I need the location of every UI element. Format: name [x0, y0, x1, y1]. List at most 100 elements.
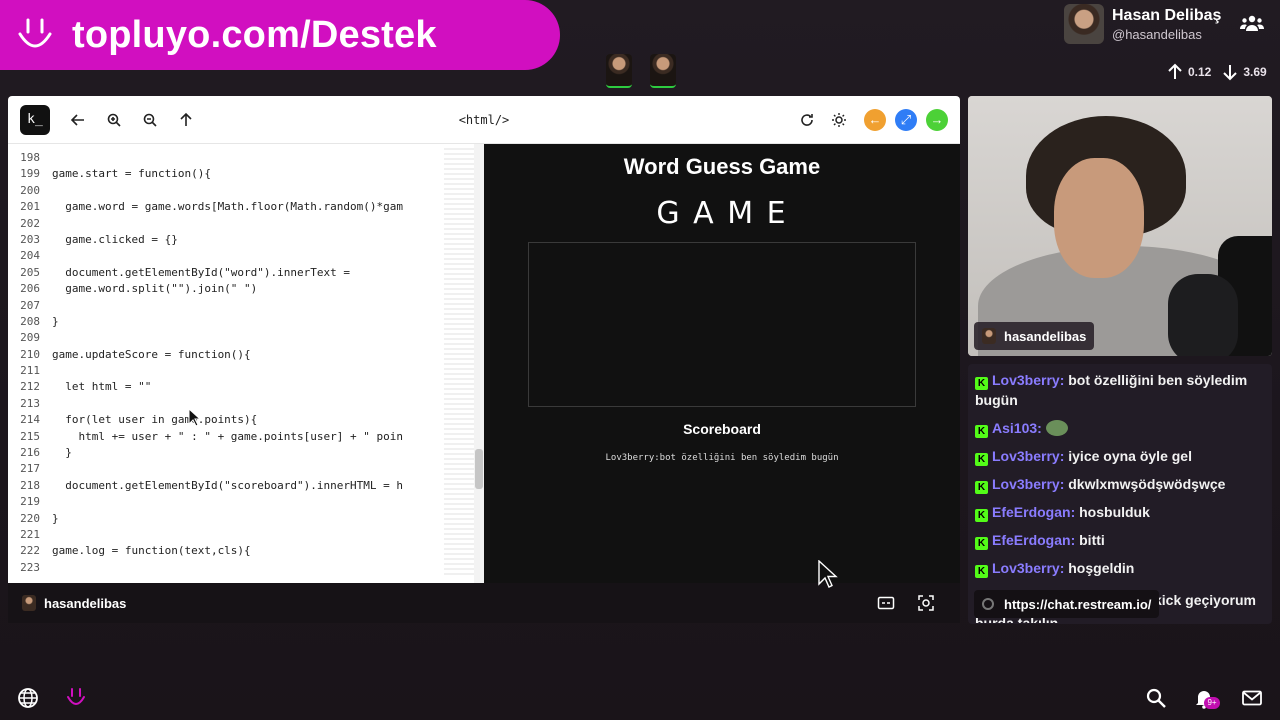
code-text: game.clicked = {}	[52, 232, 178, 246]
code-line[interactable]: 209	[8, 330, 403, 346]
line-number: 215	[20, 429, 40, 443]
code-line[interactable]: 217	[8, 461, 403, 477]
chat-message-text: bitti	[1075, 532, 1105, 548]
code-line[interactable]: 218 document.getElementById("scoreboard"…	[8, 478, 403, 494]
scrollbar[interactable]	[474, 144, 484, 583]
code-line[interactable]: 214 for(let user in game.points){	[8, 412, 403, 428]
code-line[interactable]: 220}	[8, 511, 403, 527]
code-text: game.word.split("").join(" ")	[52, 282, 258, 296]
code-line[interactable]: 212 let html = ""	[8, 379, 403, 395]
chat-panel: K Lov3berry: bot özelliğini ben söyledim …	[968, 364, 1272, 624]
left-arrow-icon[interactable]: ←	[864, 108, 886, 131]
code-line[interactable]: 201 game.word = game.words[Math.floor(Ma…	[8, 199, 403, 215]
code-text: game.start = function(){	[52, 167, 211, 181]
viewer-avatar[interactable]	[606, 54, 632, 88]
avatar	[22, 595, 36, 611]
refresh-icon[interactable]	[791, 105, 823, 135]
profile[interactable]: Hasan Delibaş @hasandelibas	[1064, 4, 1221, 44]
code-line[interactable]: 200	[8, 183, 403, 199]
screenshot-icon[interactable]	[906, 591, 946, 615]
line-number: 217	[20, 462, 40, 476]
chat-message-text: hosbulduk	[1075, 504, 1150, 520]
line-number: 222	[20, 544, 40, 558]
code-text: let html = ""	[52, 380, 152, 394]
chat-message: K Asi103:	[975, 418, 1265, 438]
code-line[interactable]: 222 game.log = function(text,cls){	[8, 543, 403, 559]
chat-username[interactable]: Lov3berry:	[992, 560, 1064, 576]
chat-username[interactable]: Lov3berry:	[992, 372, 1064, 388]
chat-username[interactable]: EfeErdogan:	[992, 504, 1075, 520]
line-number: 208	[20, 314, 40, 328]
zoom-out-icon[interactable]	[132, 105, 168, 135]
zoom-in-icon[interactable]	[96, 105, 132, 135]
code-line[interactable]: 202	[8, 216, 403, 232]
code-line[interactable]: 221	[8, 527, 403, 543]
code-line[interactable]: 215 html += user + " : " + game.points[u…	[8, 429, 403, 445]
notification-badge: 9+	[1204, 697, 1220, 709]
arrow-up-icon[interactable]	[168, 105, 204, 135]
app-logo[interactable]: k_	[20, 104, 50, 135]
download-value: 3.69	[1243, 65, 1267, 79]
minimap[interactable]	[444, 148, 474, 578]
line-number: 201	[20, 200, 40, 214]
code-line[interactable]: 203 game.clicked = {}	[8, 232, 403, 248]
code-text: document.getElementById("scoreboard").in…	[52, 478, 403, 492]
code-line[interactable]: 204	[8, 248, 403, 264]
code-line[interactable]: 208}	[8, 314, 403, 330]
chat-username[interactable]: Lov3berry:	[992, 476, 1064, 492]
code-text: document.getElementById("word").innerTex…	[52, 265, 351, 279]
caption-icon[interactable]	[866, 591, 906, 615]
code-line[interactable]: 207	[8, 298, 403, 314]
mail-icon[interactable]	[1238, 684, 1266, 712]
chat-username[interactable]: EfeErdogan:	[992, 532, 1075, 548]
viewer-avatar[interactable]	[650, 54, 676, 88]
code-line[interactable]: 216 }	[8, 445, 403, 461]
profile-handle: @hasandelibas	[1112, 26, 1202, 42]
code-line[interactable]: 198	[8, 150, 403, 166]
chat-message: K EfeErdogan: hosbulduk	[975, 502, 1265, 522]
mouse-pointer-icon	[818, 559, 838, 595]
line-number: 200	[20, 183, 40, 197]
chat-link-tooltip[interactable]: https://chat.restream.io/	[974, 590, 1160, 618]
arrow-up-icon	[1168, 63, 1182, 79]
game-preview: Word Guess Game G A M E Scoreboard Lov3b…	[484, 144, 960, 583]
code-line[interactable]: 213	[8, 396, 403, 412]
topluyo-logo-icon[interactable]	[62, 684, 90, 712]
chat-username[interactable]: Lov3berry:	[992, 448, 1064, 464]
right-arrow-icon[interactable]: →	[926, 108, 948, 131]
code-line[interactable]: 205 document.getElementById("word").inne…	[8, 265, 403, 281]
kick-icon: K	[975, 565, 988, 578]
chat-username[interactable]: Asi103:	[992, 420, 1042, 436]
code-text: }	[52, 511, 59, 525]
scoreboard-title: Scoreboard	[683, 421, 761, 437]
line-number: 198	[20, 151, 40, 164]
code-line[interactable]: 199 game.start = function(){	[8, 166, 403, 182]
kick-icon: K	[975, 537, 988, 550]
kick-icon: K	[975, 481, 988, 494]
back-arrow-icon[interactable]	[60, 105, 96, 135]
line-number: 219	[20, 495, 40, 509]
line-number: 207	[20, 298, 40, 312]
code-text: game.updateScore = function(){	[52, 347, 251, 361]
chat-message-text: hoşgeldin	[1064, 560, 1135, 576]
scrollbar-thumb[interactable]	[475, 449, 483, 489]
editor-toolbar: k_ <html/> ← ⤢ →	[8, 96, 960, 144]
brand-banner[interactable]: topluyo.com/Destek	[0, 0, 560, 70]
text-cursor-icon	[188, 407, 202, 433]
code-line[interactable]: 223	[8, 560, 403, 576]
globe-icon[interactable]	[14, 684, 42, 712]
fullscreen-icon[interactable]: ⤢	[895, 108, 917, 131]
bottom-nav	[0, 680, 1280, 720]
code-editor[interactable]: 198 199 game.start = function(){200 201 gam…	[8, 144, 484, 583]
people-icon[interactable]	[1240, 14, 1264, 32]
sun-icon[interactable]	[823, 105, 855, 135]
code-line[interactable]: 210 game.updateScore = function(){	[8, 347, 403, 363]
code-line[interactable]: 219	[8, 494, 403, 510]
line-number: 218	[20, 478, 40, 492]
code-line[interactable]: 206 game.word.split("").join(" ")	[8, 281, 403, 297]
code-text: }	[52, 314, 59, 328]
search-icon[interactable]	[1142, 684, 1170, 712]
game-board[interactable]	[528, 242, 916, 407]
webcam-feed	[968, 96, 1272, 356]
code-line[interactable]: 211	[8, 363, 403, 379]
